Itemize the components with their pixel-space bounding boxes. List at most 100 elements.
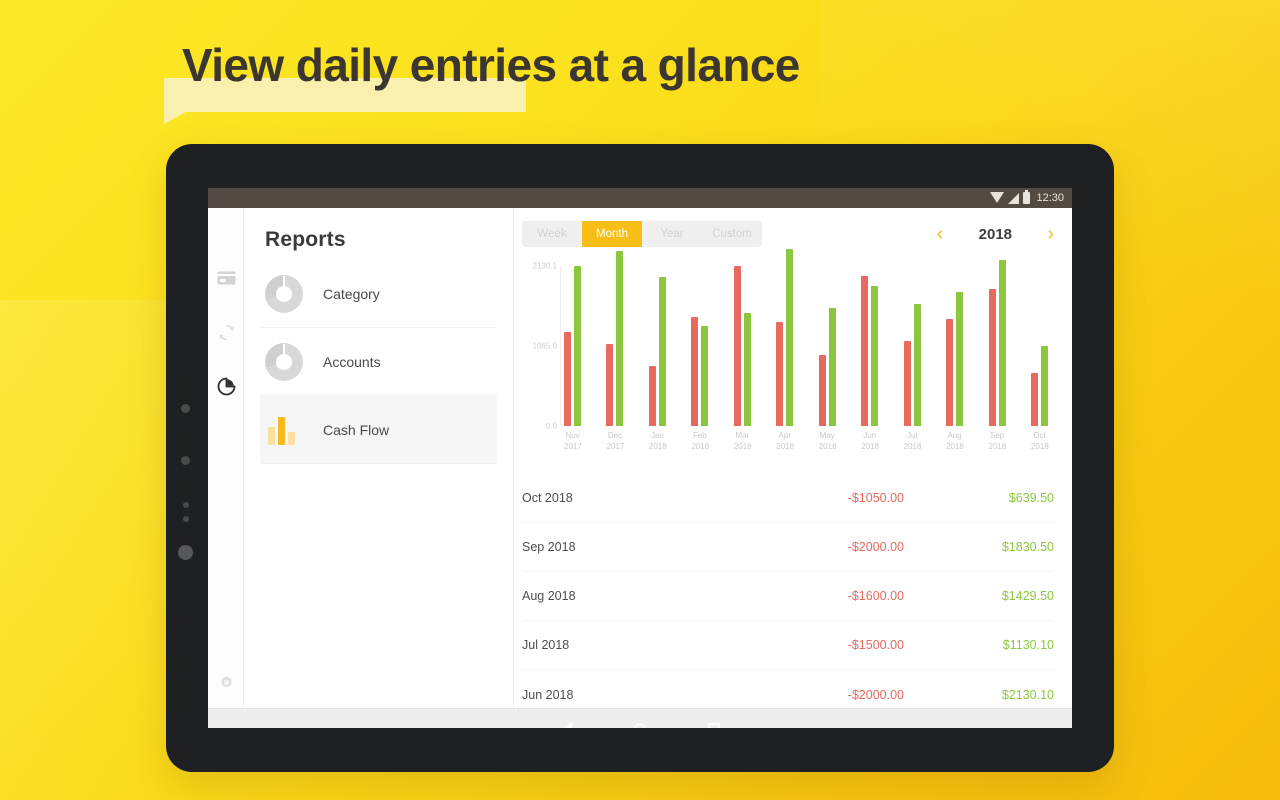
row-month: Aug 2018 <box>522 589 576 603</box>
chart-bar <box>648 365 656 426</box>
chart-plot-area: 2130.1 1065.0 0.0 <box>533 248 1048 431</box>
chart-x-tick-label: Jan 2018 <box>648 431 667 451</box>
chart-bar <box>946 318 954 426</box>
row-income: $1830.50 <box>1001 540 1054 554</box>
sidebar-title: Reports <box>265 228 346 251</box>
sidebar-item-category[interactable]: Category <box>260 260 497 328</box>
period-segmented-control: Week Month Year Custom <box>522 221 762 247</box>
chart-bar-group <box>903 266 921 426</box>
chart-bar-group <box>776 248 794 426</box>
chart-bar <box>691 317 699 426</box>
chart-bar <box>786 248 794 426</box>
chart-bar <box>776 322 784 426</box>
chart-bar-group <box>648 266 666 426</box>
tab-custom[interactable]: Custom <box>702 221 762 247</box>
row-month: Jun 2018 <box>522 687 574 702</box>
chart-bar <box>701 326 709 426</box>
chart-bar-group <box>564 266 581 426</box>
chart-x-tick-label: May 2018 <box>818 431 837 451</box>
row-month: Oct 2018 <box>522 491 573 505</box>
chart-bar <box>1040 345 1048 426</box>
bezel-camera-dot <box>178 545 193 560</box>
table-row[interactable]: Aug 2018 -$1600.00 $1429.50 <box>522 572 1054 621</box>
recents-icon[interactable] <box>707 722 720 728</box>
chart-bar <box>616 251 624 426</box>
donut-chart-icon <box>265 342 303 381</box>
row-income: $2130.10 <box>1001 687 1054 702</box>
chevron-right-icon[interactable]: › <box>1047 224 1054 244</box>
chart-x-labels: Nov 2017 Dec 2017 Jan 2018 Feb 2018 Mar 2018 Apr 20… <box>564 431 1049 453</box>
chart-y-tick-label: 0.0 <box>545 421 557 431</box>
reports-sidebar: Reports Category Accounts Cash Flow <box>244 208 514 708</box>
chart-x-tick-label: Apr 2018 <box>776 431 795 451</box>
chart-x-tick-label: Jun 2018 <box>861 431 879 451</box>
sidebar-item-label: Category <box>323 285 380 302</box>
chart-bars <box>564 248 1048 426</box>
row-income: $1429.50 <box>1001 589 1054 603</box>
main-panel: Week Month Year Custom ‹ 2018 › 2130.1 10 <box>514 208 1072 708</box>
chart-x-tick-label: Feb 2018 <box>691 431 710 451</box>
chart-bar <box>871 286 879 426</box>
chart-y-tick-label: 2130.1 <box>532 261 557 271</box>
chevron-left-icon[interactable]: ‹ <box>937 224 944 244</box>
page-title: View daily entries at a glance <box>182 39 800 91</box>
credit-card-icon[interactable] <box>208 260 244 296</box>
app-content: Reports Category Accounts Cash Flow Week… <box>208 208 1072 708</box>
table-row[interactable]: Jul 2018 -$1500.00 $1130.10 <box>522 621 1054 670</box>
table-row[interactable]: Jun 2018 -$2000.00 $2130.10 <box>522 670 1054 719</box>
sidebar-item-cash-flow[interactable]: Cash Flow <box>260 396 497 464</box>
back-icon[interactable] <box>560 721 572 728</box>
tab-year[interactable]: Year <box>642 221 702 247</box>
sidebar-item-label: Accounts <box>323 353 381 370</box>
row-income: $1130.10 <box>1002 638 1054 652</box>
signal-icon <box>1008 192 1020 204</box>
row-expense: -$2000.00 <box>847 540 904 554</box>
chart-x-tick-label: Sep 2018 <box>988 431 1007 451</box>
battery-icon <box>1023 190 1031 204</box>
icon-rail <box>208 208 244 708</box>
chart-bar <box>861 275 869 426</box>
chart-bar <box>913 304 921 426</box>
tablet-screen: 12:30 Reports Category Accounts Cash Flo… <box>208 188 1072 728</box>
chart-bar-group <box>691 266 709 426</box>
tablet-device-frame: 12:30 Reports Category Accounts Cash Flo… <box>166 144 1114 772</box>
chart-x-tick-label: Aug 2018 <box>946 431 964 451</box>
chart-bar <box>606 344 614 426</box>
row-expense: -$1050.00 <box>847 491 904 505</box>
gear-icon[interactable] <box>208 664 244 700</box>
sync-icon[interactable] <box>208 314 244 350</box>
table-row[interactable]: Sep 2018 -$2000.00 $1830.50 <box>522 523 1054 572</box>
chart-bar-group <box>988 260 1006 426</box>
sidebar-item-accounts[interactable]: Accounts <box>260 328 497 396</box>
chart-bar <box>818 355 826 426</box>
chart-bar <box>903 341 911 426</box>
chart-bar <box>658 277 666 426</box>
home-icon[interactable] <box>633 722 646 728</box>
cash-flow-list: Oct 2018 -$1050.00 $639.50 Sep 2018 -$2000.0… <box>522 474 1054 719</box>
bezel-sensor-dot <box>183 516 189 522</box>
chart-bar <box>1030 373 1038 426</box>
status-bar-clock: 12:30 <box>1036 192 1064 204</box>
tab-month[interactable]: Month <box>582 221 642 247</box>
chart-bar-group <box>1030 266 1048 426</box>
row-month: Jul 2018 <box>522 638 570 652</box>
chart-bar <box>828 308 836 426</box>
row-expense: -$1600.00 <box>847 589 904 603</box>
sidebar-item-label: Cash Flow <box>323 421 390 438</box>
android-status-bar: 12:30 <box>208 188 1072 208</box>
bezel-sensor-dot <box>181 456 190 465</box>
chart-bar <box>564 332 571 426</box>
chart-bar <box>574 266 581 426</box>
table-row[interactable]: Oct 2018 -$1050.00 $639.50 <box>522 474 1054 523</box>
chart-x-tick-label: Dec 2017 <box>606 431 625 451</box>
row-income: $639.50 <box>1008 491 1054 505</box>
chart-x-tick-label: Oct 2018 <box>1030 431 1049 451</box>
row-expense: -$2000.00 <box>847 687 904 702</box>
tab-week[interactable]: Week <box>522 221 582 247</box>
chart-bar <box>988 288 996 426</box>
chart-bar <box>956 292 964 426</box>
period-navigator: ‹ 2018 › <box>937 224 1054 244</box>
chart-bar-group <box>946 266 964 426</box>
pie-chart-icon[interactable] <box>208 368 244 404</box>
wifi-icon <box>990 192 1005 203</box>
